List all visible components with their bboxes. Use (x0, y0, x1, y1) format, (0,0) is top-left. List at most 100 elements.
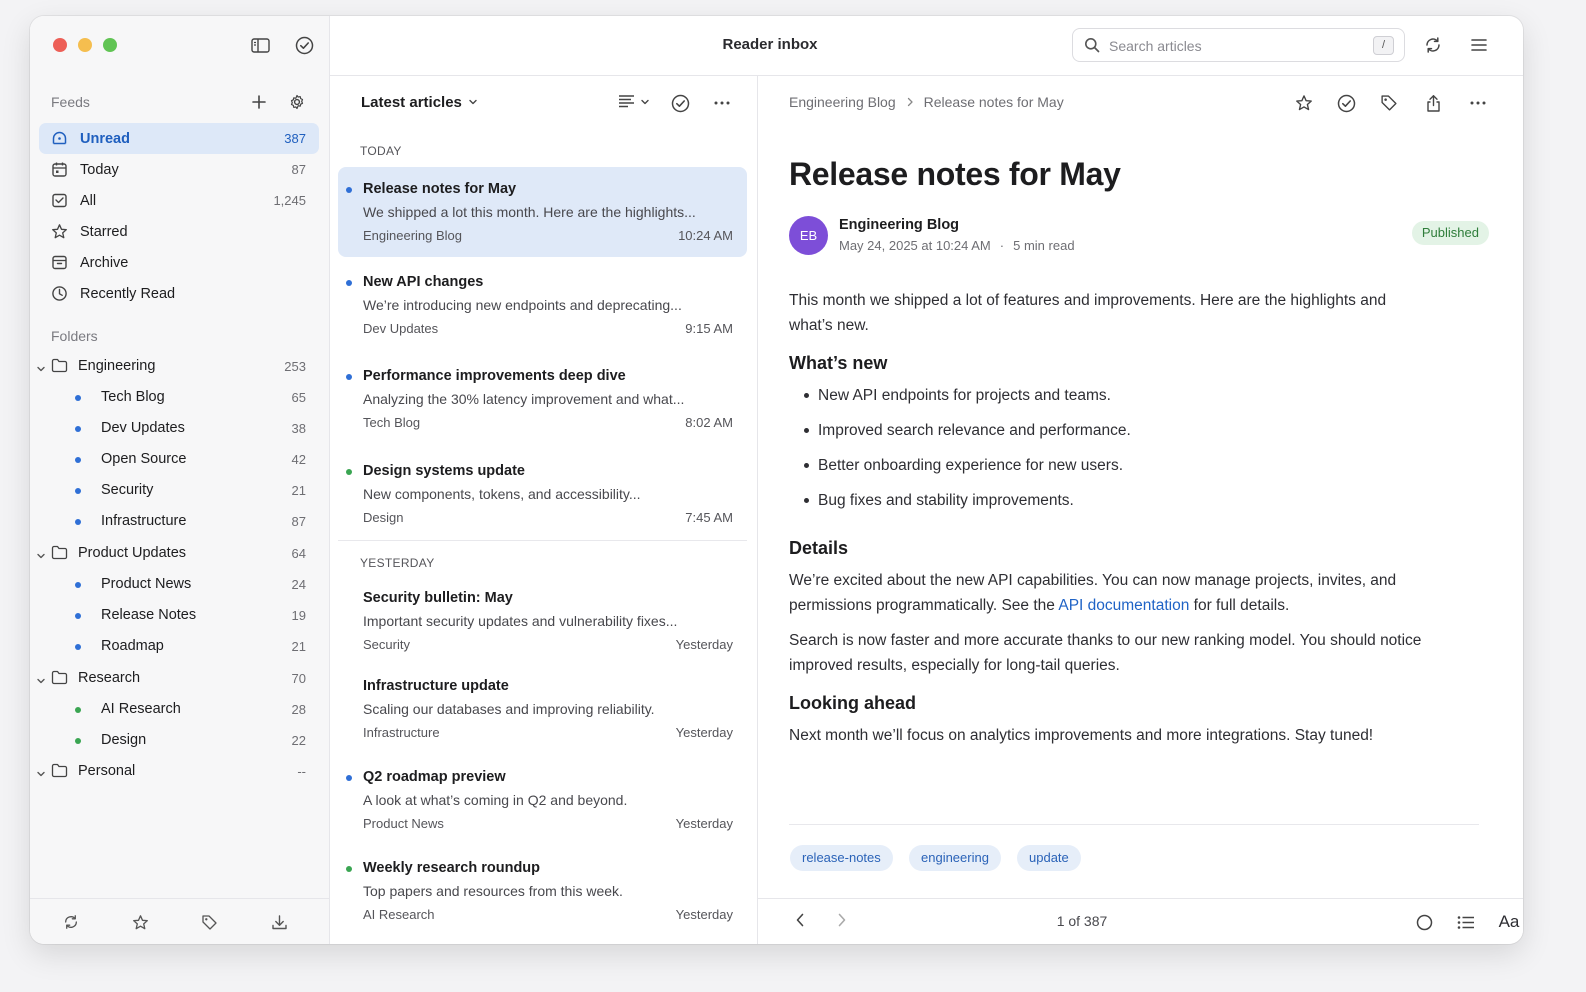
sidebar-item-unread[interactable]: Unread 387 (39, 123, 319, 154)
feed-dot (75, 707, 81, 713)
folder-label: Research (78, 670, 141, 686)
feed-dot (75, 738, 81, 744)
sidebar-item-archive[interactable]: Archive (39, 247, 319, 278)
tag-chip[interactable]: engineering (909, 845, 1001, 871)
share-icon[interactable] (1421, 91, 1445, 115)
article-source: Product News (363, 816, 444, 831)
sidebar-item-recently-read[interactable]: Recently Read (39, 278, 319, 309)
list-view-icon[interactable] (1454, 910, 1478, 934)
article-item[interactable]: Design systems update New components, to… (338, 449, 747, 539)
settings-gear-icon[interactable] (287, 92, 307, 112)
breadcrumb-article[interactable]: Release notes for May (924, 94, 1064, 110)
folder-research[interactable]: Research 70 (30, 663, 330, 694)
chevron-down-icon (468, 94, 478, 111)
article-time: Yesterday (675, 637, 733, 652)
menu-icon[interactable] (1468, 34, 1490, 56)
tag-article-icon[interactable] (1377, 91, 1401, 115)
feed-label: Product News (101, 576, 192, 592)
star-article-icon[interactable] (1292, 91, 1316, 115)
feed-item-infrastructure[interactable]: Infrastructure 87 (30, 506, 330, 537)
feed-item-open-source[interactable]: Open Source 42 (30, 444, 330, 475)
article-author[interactable]: Engineering Blog (839, 217, 959, 233)
article-item[interactable]: Q2 roadmap preview A look at what’s comi… (338, 755, 747, 845)
list-item: Better onboarding experience for new use… (789, 453, 1429, 488)
sidebar-item-label: Recently Read (80, 285, 176, 302)
mark-read-icon[interactable] (1334, 91, 1358, 115)
feed-item-security[interactable]: Security 21 (30, 475, 330, 506)
feed-count: 22 (291, 733, 306, 748)
zoom-window-button[interactable] (103, 38, 117, 52)
article-title: Infrastructure update (363, 678, 509, 694)
mark-unread-circle-icon[interactable] (1412, 910, 1436, 934)
chevron-down-icon[interactable] (36, 673, 46, 691)
sync-icon[interactable] (60, 911, 82, 933)
article-source: Security (363, 637, 410, 652)
starred-shortcut-icon[interactable] (129, 911, 151, 933)
feed-dot (75, 395, 81, 401)
more-options-icon[interactable] (711, 92, 733, 114)
tag-chip[interactable]: update (1017, 845, 1081, 871)
clock-icon (51, 285, 68, 302)
api-docs-link[interactable]: API documentation (1058, 597, 1189, 614)
folder-personal[interactable]: Personal -- (30, 756, 330, 787)
article-item[interactable]: Infrastructure update Scaling our databa… (338, 664, 747, 754)
sidebar-footer (30, 898, 330, 944)
app-window: Reader inbox / Feeds Unread 387 (30, 16, 1523, 944)
article-item[interactable]: Performance improvements deep dive Analy… (338, 354, 747, 444)
feeds-header: Feeds (51, 94, 90, 110)
whats-new-list: New API endpoints for projects and teams… (789, 383, 1429, 523)
tag-icon[interactable] (198, 911, 220, 933)
folder-count: 253 (284, 359, 306, 374)
article-item[interactable]: Security bulletin: May Important securit… (338, 576, 747, 666)
feed-label: Open Source (101, 451, 187, 467)
intro-paragraph: This month we shipped a lot of features … (789, 292, 1387, 334)
mark-list-read-icon[interactable] (669, 92, 691, 114)
more-options-icon[interactable] (1466, 91, 1490, 115)
breadcrumb-feed[interactable]: Engineering Blog (789, 94, 896, 110)
sidebar-item-label: Unread (80, 130, 130, 147)
folder-icon (51, 763, 68, 783)
add-feed-icon[interactable] (249, 92, 269, 112)
previous-article-button[interactable] (788, 910, 812, 934)
details-paragraph: Search is now faster and more accurate t… (789, 632, 1422, 674)
feed-item-roadmap[interactable]: Roadmap 21 (30, 631, 330, 662)
list-view-dropdown[interactable]: Latest articles (361, 94, 478, 111)
feed-item-release-notes[interactable]: Release Notes 19 (30, 600, 330, 631)
toggle-sidebar-icon[interactable] (249, 34, 271, 56)
minimize-window-button[interactable] (78, 38, 92, 52)
sidebar-item-starred[interactable]: Starred (39, 216, 319, 247)
list-item: New API endpoints for projects and teams… (789, 383, 1429, 418)
tag-chip[interactable]: release-notes (790, 845, 893, 871)
chevron-down-icon[interactable] (36, 766, 46, 784)
search-field[interactable]: / (1072, 28, 1405, 62)
article-body: This month we shipped a lot of features … (789, 288, 1429, 758)
folder-engineering[interactable]: Engineering 253 (30, 351, 330, 382)
text-size-button[interactable]: Aa (1497, 910, 1521, 934)
chevron-down-icon[interactable] (36, 548, 46, 566)
section-heading: What’s new (789, 353, 888, 373)
close-window-button[interactable] (53, 38, 67, 52)
download-icon[interactable] (268, 911, 290, 933)
feed-item-design[interactable]: Design 22 (30, 725, 330, 756)
sidebar-item-today[interactable]: Today 87 (39, 154, 319, 185)
sidebar-item-all[interactable]: All 1,245 (39, 185, 319, 216)
article-time: 8:02 AM (685, 415, 733, 430)
article-list-pane: Latest articles TODAY Release notes for … (330, 76, 758, 944)
feed-item-dev-updates[interactable]: Dev Updates 38 (30, 413, 330, 444)
meta-separator: · (999, 238, 1005, 253)
sort-options-button[interactable] (615, 92, 653, 114)
chevron-down-icon[interactable] (36, 361, 46, 379)
article-item[interactable]: New API changes We’re introducing new en… (338, 260, 747, 350)
search-input[interactable] (1109, 36, 1359, 56)
next-article-button[interactable] (830, 910, 854, 934)
article-title: Release notes for May (363, 181, 517, 197)
article-time: 10:24 AM (678, 228, 733, 243)
article-item[interactable]: Release notes for May We shipped a lot t… (338, 167, 747, 257)
feed-item-tech-blog[interactable]: Tech Blog 65 (30, 382, 330, 413)
refresh-icon[interactable] (1422, 34, 1444, 56)
folder-product-updates[interactable]: Product Updates 64 (30, 538, 330, 569)
mark-all-read-icon[interactable] (293, 34, 315, 56)
feed-item-ai-research[interactable]: AI Research 28 (30, 694, 330, 725)
article-item[interactable]: Weekly research roundup Top papers and r… (338, 846, 747, 936)
feed-item-product-news[interactable]: Product News 24 (30, 569, 330, 600)
